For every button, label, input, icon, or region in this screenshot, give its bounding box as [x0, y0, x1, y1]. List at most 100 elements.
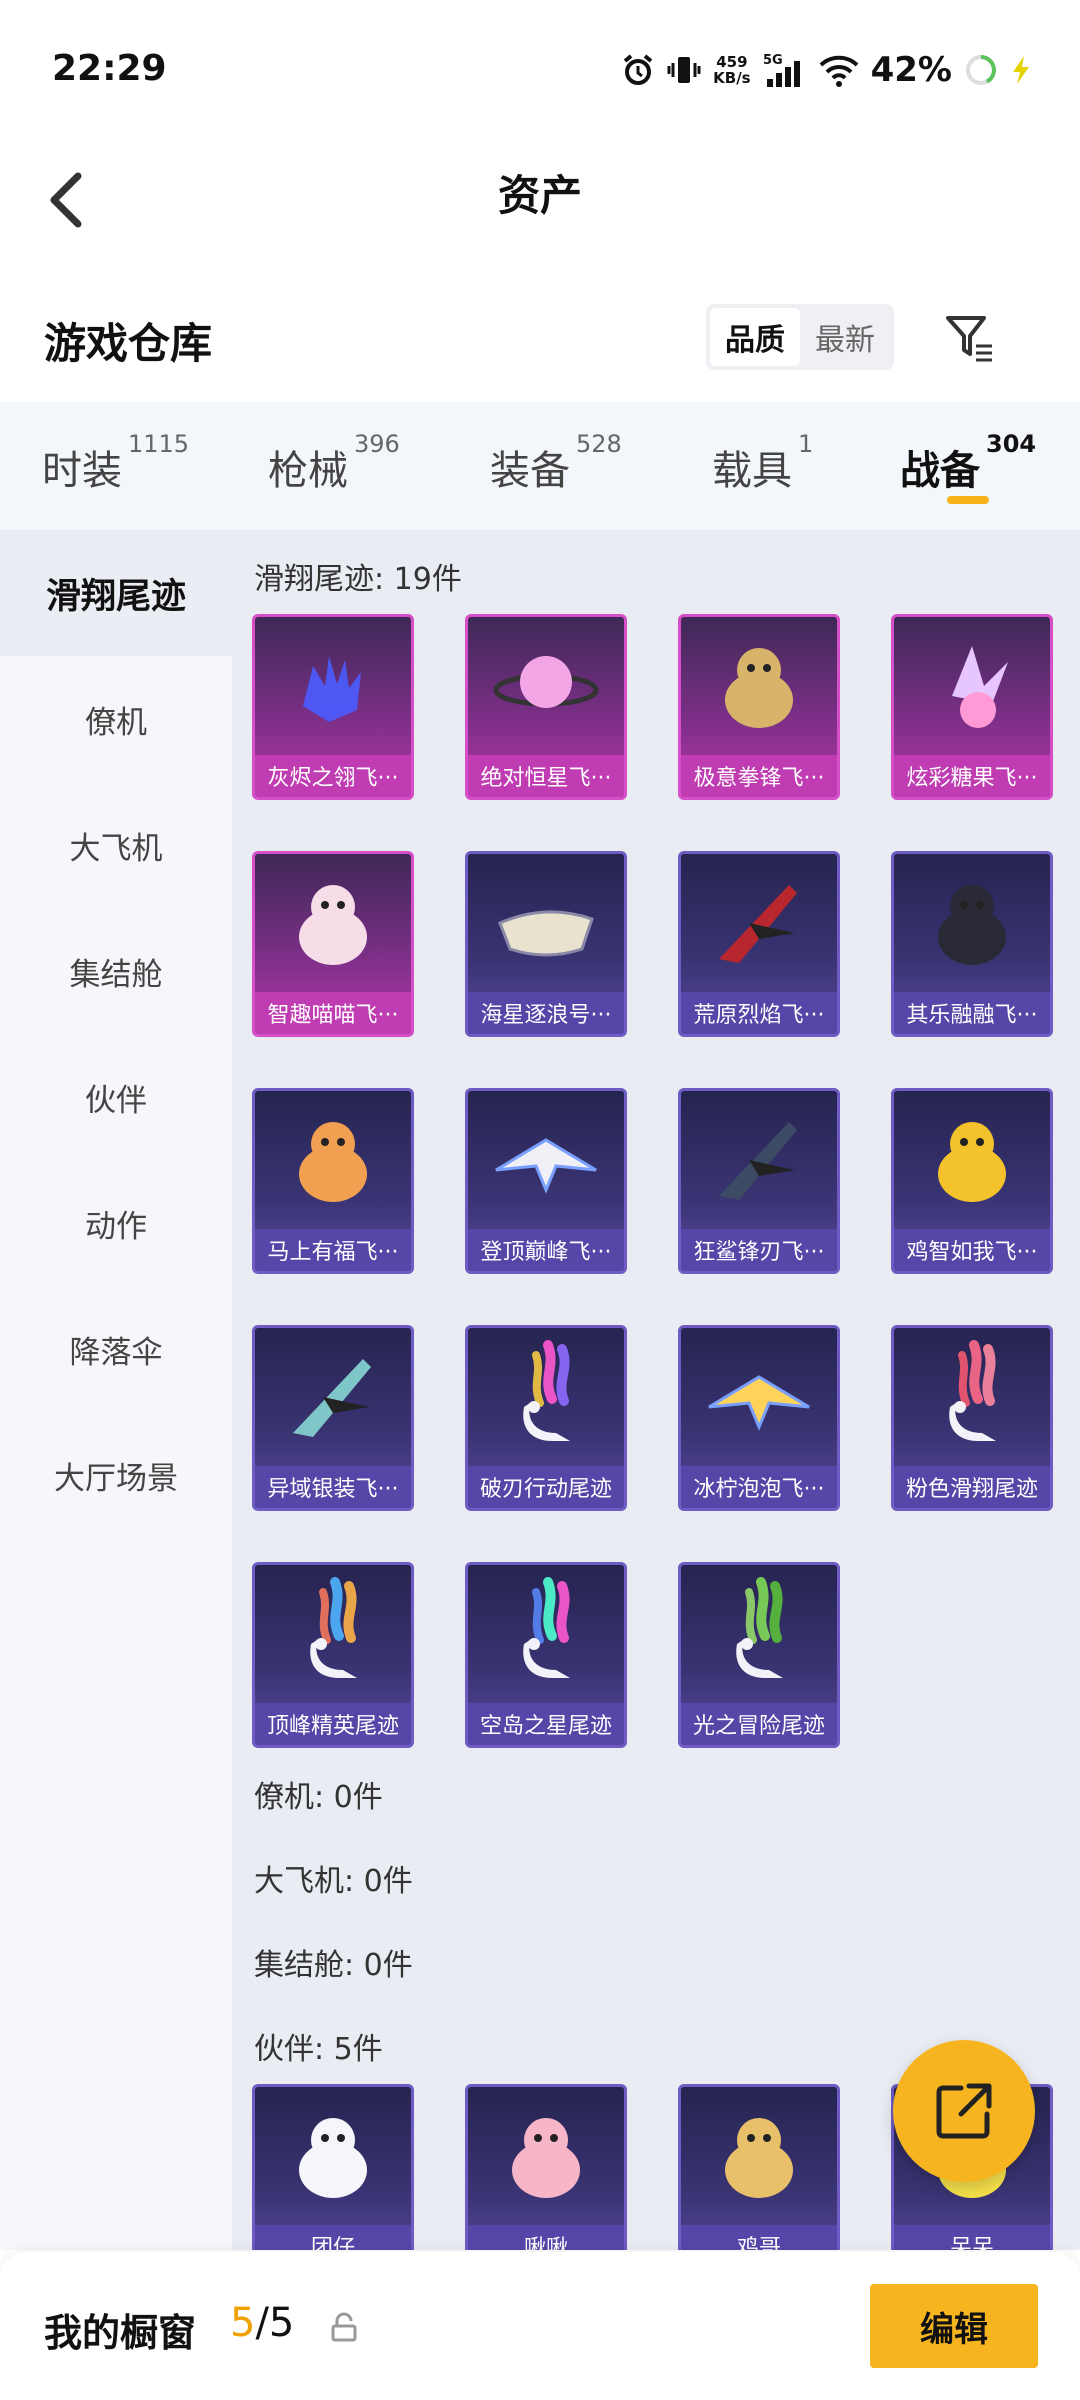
sidebar-item-assembly-pod[interactable]: 集结舱: [0, 908, 232, 1034]
item-card[interactable]: 智趣喵喵飞···: [252, 851, 414, 1037]
item-name: 智趣喵喵飞···: [255, 992, 411, 1034]
item-card[interactable]: 光之冒险尾迹: [678, 1562, 840, 1748]
sidebar-item-emote[interactable]: 动作: [0, 1160, 232, 1286]
tab-fashion[interactable]: 时装1115: [42, 430, 189, 496]
item-card[interactable]: 其乐融融飞···: [891, 851, 1053, 1037]
item-name: 炫彩糖果飞···: [894, 755, 1050, 797]
item-name: 鸡智如我飞···: [894, 1229, 1050, 1271]
item-name: 顶峰精英尾迹: [255, 1703, 411, 1745]
item-card[interactable]: 炫彩糖果飞···: [891, 614, 1053, 800]
silver-wing-icon: [255, 1328, 411, 1466]
item-card[interactable]: 海星逐浪号···: [465, 851, 627, 1037]
shark-jet-icon: [681, 1091, 837, 1229]
showcase-count-current: 5: [230, 2300, 256, 2346]
item-card[interactable]: 破刃行动尾迹: [465, 1325, 627, 1511]
item-card[interactable]: 空岛之星尾迹: [465, 1562, 627, 1748]
group-label-partner: 伙伴: 5件: [254, 2032, 383, 2067]
sidebar-item-big-plane[interactable]: 大飞机: [0, 782, 232, 908]
group-label-wingman: 僚机: 0件: [254, 1780, 383, 1815]
tab-count: 1115: [128, 430, 190, 458]
assets-page: 22:29 459 KB/s 5G 42% 资产 游戏仓库 品质 最新 时装11…: [0, 0, 1080, 2400]
net-speed-unit: KB/s: [713, 69, 751, 87]
item-name: 其乐融融飞···: [894, 992, 1050, 1034]
network-type: 5G: [763, 53, 783, 68]
sidebar-item-partner[interactable]: 伙伴: [0, 1034, 232, 1160]
paper-plane-icon: [681, 1328, 837, 1466]
item-card[interactable]: 狂鲨锋刃飞···: [678, 1088, 840, 1274]
tab-equipment[interactable]: 装备528: [490, 430, 622, 496]
net-speed-value: 459: [716, 53, 748, 71]
item-card[interactable]: 顶峰精英尾迹: [252, 1562, 414, 1748]
sort-toggle: 品质 最新: [706, 304, 894, 370]
item-name: 海星逐浪号···: [468, 992, 624, 1034]
filter-button[interactable]: [938, 308, 1002, 368]
showcase-label: 我的橱窗: [44, 2311, 197, 2355]
filter-icon: [946, 316, 992, 362]
flame-jet-icon: [681, 854, 837, 992]
item-name: 光之冒险尾迹: [681, 1703, 837, 1745]
status-icons: 459 KB/s 5G 42%: [621, 48, 1032, 92]
charging-icon: [1010, 55, 1032, 85]
sidebar-item-wingman[interactable]: 僚机: [0, 656, 232, 782]
toy-horse-icon: [255, 1091, 411, 1229]
item-card[interactable]: 鸡智如我飞···: [891, 1088, 1053, 1274]
item-name: 异域银装飞···: [255, 1466, 411, 1508]
item-name: 冰柠泡泡飞···: [681, 1466, 837, 1508]
white-jet-icon: [468, 1091, 624, 1229]
item-card[interactable]: 啾啾: [465, 2084, 627, 2250]
share-button[interactable]: [893, 2040, 1035, 2182]
category-tabs: 时装1115 枪械396 装备528 载具1 战备304: [0, 402, 1080, 530]
item-card[interactable]: 团仔: [252, 2084, 414, 2250]
blue-glove-icon: [255, 617, 411, 755]
item-name: 马上有福飞···: [255, 1229, 411, 1271]
top-nav: 资产: [0, 140, 1080, 260]
sort-quality-button[interactable]: 品质: [710, 308, 800, 366]
tab-label: 战备: [900, 448, 980, 494]
blue-orange-trail-icon: [255, 1565, 411, 1703]
edit-button[interactable]: 编辑: [870, 2284, 1038, 2368]
tab-label: 装备: [490, 448, 570, 494]
sort-newest-button[interactable]: 最新: [800, 308, 890, 366]
group-label-big-plane: 大飞机: 0件: [254, 1864, 413, 1899]
item-card[interactable]: 绝对恒星飞···: [465, 614, 627, 800]
item-card[interactable]: 冰柠泡泡飞···: [678, 1325, 840, 1511]
item-card[interactable]: 登顶巅峰飞···: [465, 1088, 627, 1274]
item-name: 荒原烈焰飞···: [681, 992, 837, 1034]
item-name: 极意拳锋飞···: [681, 755, 837, 797]
item-name: 呆呆: [894, 2225, 1050, 2250]
sidebar-item-parachute[interactable]: 降落伞: [0, 1286, 232, 1412]
battery-ring-icon: [964, 53, 998, 87]
item-name: 鸡哥: [681, 2225, 837, 2250]
lock-icon: [330, 2312, 358, 2346]
page-title: 资产: [497, 171, 582, 220]
item-card[interactable]: 鸡哥: [678, 2084, 840, 2250]
item-card[interactable]: 异域银装飞···: [252, 1325, 414, 1511]
item-card[interactable]: 马上有福飞···: [252, 1088, 414, 1274]
snowman-goggles-icon: [255, 2087, 411, 2225]
tab-vehicles[interactable]: 载具1: [712, 430, 813, 496]
item-card[interactable]: 极意拳锋飞···: [678, 614, 840, 800]
item-name: 空岛之星尾迹: [468, 1703, 624, 1745]
boxing-elephant-icon: [681, 617, 837, 755]
status-bar: 22:29 459 KB/s 5G 42%: [0, 0, 1080, 140]
alarm-icon: [621, 53, 655, 87]
showcase-count-total: /5: [255, 2300, 295, 2346]
item-card[interactable]: 灰烬之翎飞···: [252, 614, 414, 800]
tab-count: 528: [576, 430, 622, 458]
pink-planet-icon: [468, 617, 624, 755]
tab-guns[interactable]: 枪械396: [268, 430, 400, 496]
battery-percent: 42%: [870, 50, 952, 90]
sidebar-item-lobby-scene[interactable]: 大厅场景: [0, 1412, 232, 1538]
sunglasses-chicken-icon: [681, 2087, 837, 2225]
tab-count: 396: [354, 430, 400, 458]
item-card[interactable]: 粉色滑翔尾迹: [891, 1325, 1053, 1511]
item-list: 滑翔尾迹: 19件 灰烬之翎飞··· 绝对恒星飞··· 极意拳锋飞··· 炫彩糖果飞·…: [232, 530, 1080, 2250]
status-time: 22:29: [52, 48, 167, 89]
item-card[interactable]: 荒原烈焰飞···: [678, 851, 840, 1037]
share-external-icon: [936, 2083, 992, 2139]
item-name: 粉色滑翔尾迹: [894, 1466, 1050, 1508]
group-label-glide: 滑翔尾迹: 19件: [254, 562, 462, 597]
item-name: 登顶巅峰飞···: [468, 1229, 624, 1271]
sidebar-item-glide-trail[interactable]: 滑翔尾迹: [0, 530, 232, 656]
tab-combat-gear[interactable]: 战备304: [900, 430, 1036, 496]
